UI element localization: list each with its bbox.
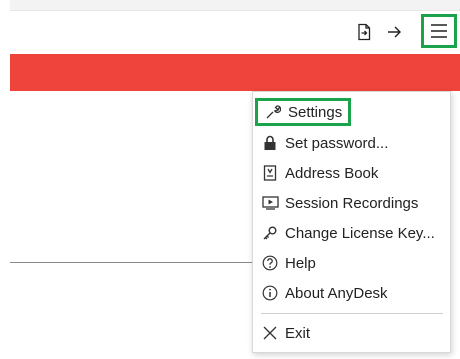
lock-icon (261, 134, 279, 152)
file-export-icon (358, 23, 371, 41)
menu-item-set-password[interactable]: Set password... (261, 130, 388, 156)
app-window: Settings Set password... Address Book Se… (0, 0, 460, 359)
wrench-icon (264, 103, 282, 121)
close-icon (261, 324, 279, 342)
menu-item-about[interactable]: About AnyDesk (261, 280, 388, 306)
menu-item-label: Session Recordings (285, 194, 419, 212)
brand-header-bar (10, 54, 460, 91)
info-circle-icon (261, 284, 279, 302)
help-circle-icon (261, 254, 279, 272)
menu-item-label: Set password... (285, 134, 389, 152)
menu-item-label: About AnyDesk (285, 284, 388, 302)
window-top-strip (10, 0, 460, 10)
menu-item-label: Help (285, 254, 316, 272)
menu-item-label: Settings (288, 103, 343, 121)
menu-item-label: Change License Key... (285, 224, 435, 242)
main-menu-dropdown: Settings Set password... Address Book Se… (252, 91, 451, 353)
play-screen-icon (261, 194, 279, 212)
connect-arrow-button[interactable] (381, 19, 407, 45)
menu-item-exit[interactable]: Exit (261, 320, 310, 346)
address-book-icon (261, 164, 279, 182)
menu-item-address-book[interactable]: Address Book (261, 160, 378, 186)
content-divider (10, 262, 255, 263)
menu-separator (261, 313, 443, 314)
menu-item-session-recordings[interactable]: Session Recordings (261, 190, 418, 216)
menu-item-label: Address Book (285, 164, 379, 182)
arrow-right-icon (388, 26, 401, 38)
toolbar (10, 10, 460, 54)
menu-item-label: Exit (285, 324, 311, 342)
key-icon (261, 224, 279, 242)
file-transfer-button[interactable] (351, 19, 377, 45)
hamburger-menu-icon (431, 24, 447, 38)
menu-item-settings[interactable]: Settings (255, 98, 352, 126)
main-menu-button[interactable] (421, 14, 457, 48)
menu-item-help[interactable]: Help (261, 250, 316, 276)
menu-item-change-license-key[interactable]: Change License Key... (261, 220, 435, 246)
